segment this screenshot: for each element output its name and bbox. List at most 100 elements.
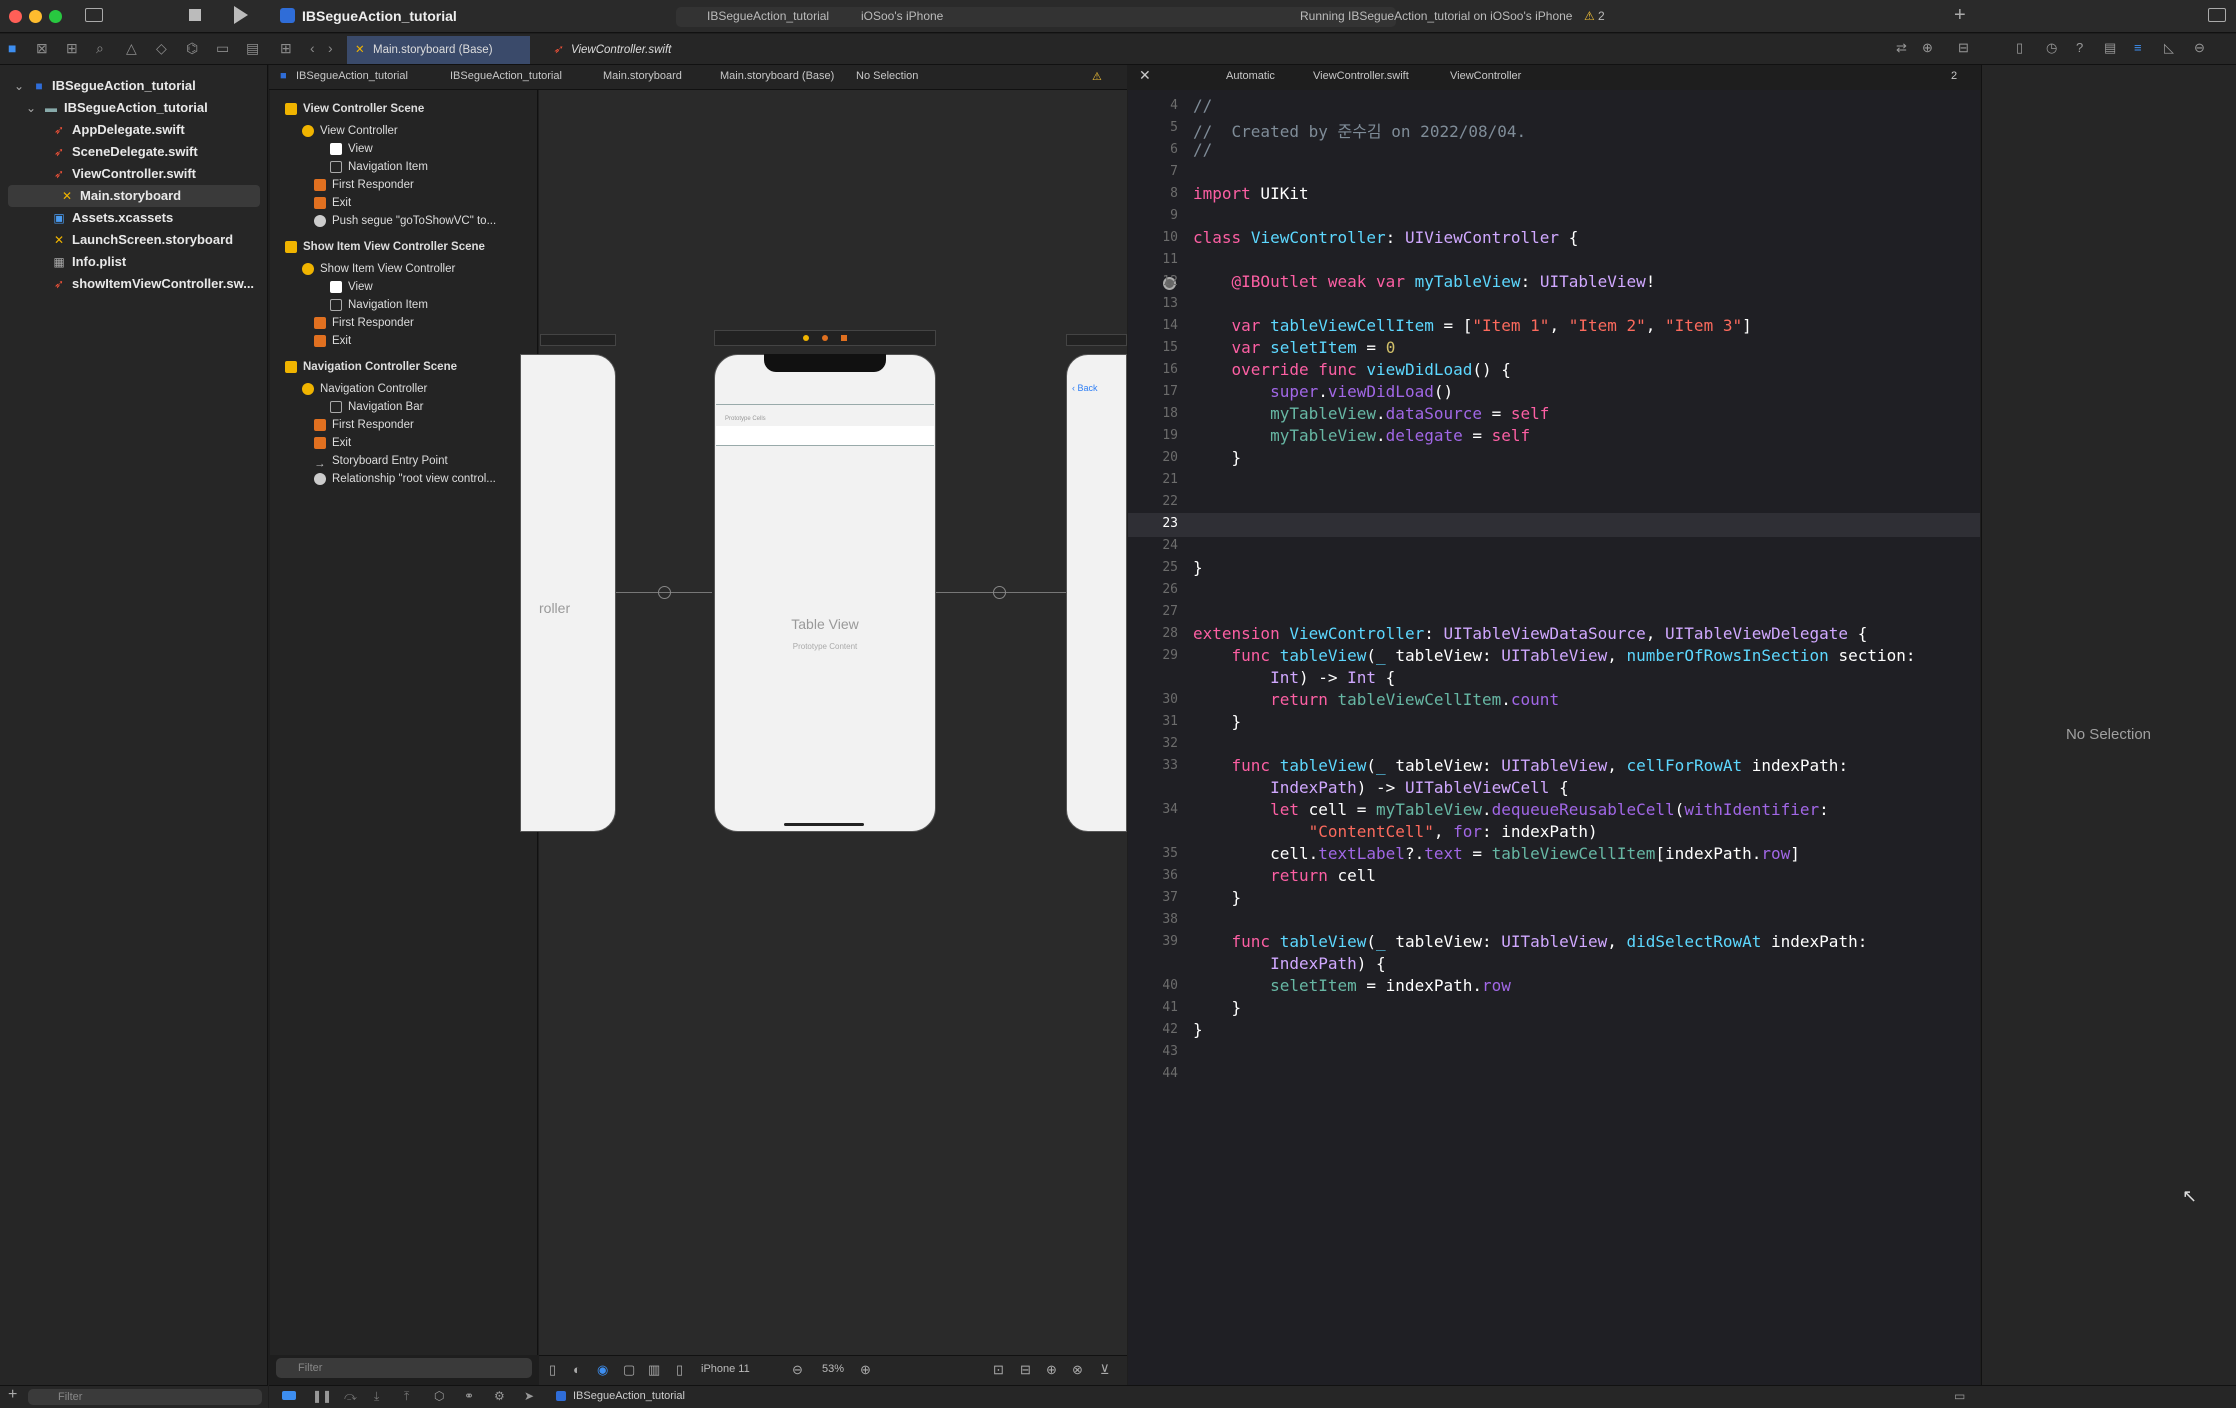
tab-viewcontroller-swift[interactable]: ➶ ViewController.swift xyxy=(545,36,695,64)
line-number[interactable]: 4 xyxy=(1128,98,1178,113)
test-icon[interactable]: ◇ xyxy=(156,40,167,57)
step-out-icon[interactable]: ⤒ xyxy=(404,1389,409,1404)
navigator-item-showitem[interactable]: ➶ showItemViewController.sw... xyxy=(0,273,268,295)
swap-icon[interactable]: ⇄ xyxy=(1896,40,1907,56)
line-number[interactable]: 37 xyxy=(1128,890,1178,905)
add-file-icon[interactable]: + xyxy=(8,1386,17,1404)
line-number[interactable]: 20 xyxy=(1128,450,1178,465)
outline-item[interactable]: Push segue "goToShowVC" to... xyxy=(314,212,496,230)
line-number[interactable]: 11 xyxy=(1128,252,1178,267)
debug-icon[interactable]: ⌬ xyxy=(186,40,198,57)
change-counter[interactable]: 2 xyxy=(1951,70,1957,82)
split-editor-icon[interactable]: ⊟ xyxy=(1958,40,1969,56)
segue-icon[interactable] xyxy=(993,586,1006,599)
forward-icon[interactable]: › xyxy=(328,40,333,56)
step-in-icon[interactable]: ⤓ xyxy=(374,1389,379,1404)
file-inspector-icon[interactable]: ▯ xyxy=(2016,40,2023,56)
embed-icon[interactable]: ⊻ xyxy=(1100,1362,1110,1378)
sidebar-toggle-icon[interactable] xyxy=(85,8,103,22)
breadcrumb-item[interactable]: Main.storyboard (Base) xyxy=(720,70,834,82)
stop-button[interactable] xyxy=(189,9,201,21)
related-items-icon[interactable]: ⊕ xyxy=(1922,40,1933,56)
line-number[interactable]: 6 xyxy=(1128,142,1178,157)
outline-item[interactable]: Exit xyxy=(314,434,351,452)
breadcrumb-item[interactable]: No Selection xyxy=(856,70,918,82)
attributes-icon[interactable]: ≡ xyxy=(2134,40,2142,55)
history-icon[interactable]: ◷ xyxy=(2046,40,2057,56)
back-icon[interactable]: ‹ xyxy=(310,40,315,56)
navigator-item-viewcontroller[interactable]: ➶ ViewController.swift xyxy=(0,163,268,185)
navigator-item-appdelegate[interactable]: ➶ AppDelegate.swift xyxy=(0,119,268,141)
outline-item[interactable]: First Responder xyxy=(314,314,414,332)
report-icon[interactable]: ▤ xyxy=(246,40,259,57)
line-number[interactable]: 40 xyxy=(1128,978,1178,993)
close-window-button[interactable] xyxy=(9,10,22,23)
orientation-icon[interactable]: ▢ xyxy=(623,1362,635,1378)
layout-icon[interactable]: ▥ xyxy=(648,1362,660,1378)
environment-icon[interactable]: ⚙ xyxy=(494,1389,505,1403)
update-frames-icon[interactable]: ⊡ xyxy=(993,1362,1004,1378)
location-icon[interactable]: ➤ xyxy=(524,1389,534,1403)
step-over-icon[interactable]: ⤼ xyxy=(344,1389,357,1404)
breadcrumb-item[interactable]: ViewController xyxy=(1450,70,1521,82)
line-number[interactable]: 43 xyxy=(1128,1044,1178,1059)
line-number[interactable]: 21 xyxy=(1128,472,1178,487)
outline-toggle-icon[interactable]: ▯ xyxy=(549,1362,556,1378)
line-number[interactable]: 31 xyxy=(1128,714,1178,729)
outline-item[interactable]: Navigation Controller xyxy=(302,380,427,398)
outline-item[interactable]: First Responder xyxy=(314,176,414,194)
warning-icon[interactable]: ⚠ xyxy=(1584,9,1595,23)
line-number[interactable]: 19 xyxy=(1128,428,1178,443)
device-selector[interactable]: iOSoo's iPhone xyxy=(861,9,943,23)
outline-filter-input[interactable]: Filter xyxy=(276,1358,532,1378)
identity-icon[interactable]: ▤ xyxy=(2104,40,2116,56)
warning-count[interactable]: 2 xyxy=(1598,9,1605,23)
zoom-out-icon[interactable]: ⊖ xyxy=(792,1362,803,1378)
outline-item[interactable]: Navigation Bar xyxy=(330,398,423,416)
view-controller-phone[interactable] xyxy=(520,354,616,832)
add-icon[interactable]: + xyxy=(1954,4,1966,27)
line-number[interactable]: 34 xyxy=(1128,802,1178,817)
device-icon[interactable]: ▯ xyxy=(676,1362,683,1378)
line-number[interactable]: 8 xyxy=(1128,186,1178,201)
search-icon[interactable]: ⌕ xyxy=(96,40,104,57)
breadcrumb-item[interactable]: ViewController.swift xyxy=(1313,70,1409,82)
line-number[interactable]: 10 xyxy=(1128,230,1178,245)
memory-graph-icon[interactable]: ⚭ xyxy=(464,1389,474,1403)
line-number[interactable]: 18 xyxy=(1128,406,1178,421)
line-number[interactable]: 35 xyxy=(1128,846,1178,861)
appearance-icon[interactable]: ◐ xyxy=(573,1362,581,1377)
outline-item[interactable]: Exit xyxy=(314,194,351,212)
folder-icon[interactable]: ■ xyxy=(8,40,16,56)
view-hierarchy-icon[interactable]: ⬡ xyxy=(434,1389,444,1403)
navigator-item-assets[interactable]: ▣ Assets.xcassets xyxy=(0,207,268,229)
minimize-window-button[interactable] xyxy=(29,10,42,23)
line-number[interactable]: 14 xyxy=(1128,318,1178,333)
line-number[interactable]: 13 xyxy=(1128,296,1178,311)
breadcrumb-item[interactable]: IBSegueAction_tutorial xyxy=(450,70,562,82)
device-label[interactable]: iPhone 11 xyxy=(701,1363,750,1375)
outline-item[interactable]: Navigation Item xyxy=(330,296,428,314)
source-control-icon[interactable]: ⊠ xyxy=(36,40,48,57)
outline-item[interactable]: Navigation Item xyxy=(330,158,428,176)
debug-area-toggle[interactable] xyxy=(282,1391,296,1400)
line-number[interactable]: 15 xyxy=(1128,340,1178,355)
line-number[interactable]: 23 xyxy=(1128,516,1178,531)
navigator-item-scenedelegate[interactable]: ➶ SceneDelegate.swift xyxy=(0,141,268,163)
navigator-item-infoplist[interactable]: ▦ Info.plist xyxy=(0,251,268,273)
interface-icon[interactable]: ◉ xyxy=(597,1362,608,1378)
line-number[interactable]: 28 xyxy=(1128,626,1178,641)
line-number[interactable]: 22 xyxy=(1128,494,1178,509)
run-button[interactable] xyxy=(234,6,248,24)
navigation-controller-phone[interactable] xyxy=(1066,354,1127,832)
navigator-item-project[interactable]: ⌄ ■ IBSegueAction_tutorial xyxy=(0,75,268,97)
breadcrumb-item[interactable]: Main.storyboard xyxy=(603,70,682,82)
tab-main-storyboard[interactable]: ✕ Main.storyboard (Base) xyxy=(347,36,530,64)
align-icon[interactable]: ⊟ xyxy=(1020,1362,1031,1378)
symbol-icon[interactable]: ⊞ xyxy=(66,40,78,57)
outline-scene-view-controller[interactable]: View Controller Scene xyxy=(285,100,424,118)
scene-dock[interactable] xyxy=(1066,334,1127,346)
line-number[interactable]: 44 xyxy=(1128,1066,1178,1081)
line-number[interactable]: 33 xyxy=(1128,758,1178,773)
zoom-level[interactable]: 53% xyxy=(822,1363,844,1375)
